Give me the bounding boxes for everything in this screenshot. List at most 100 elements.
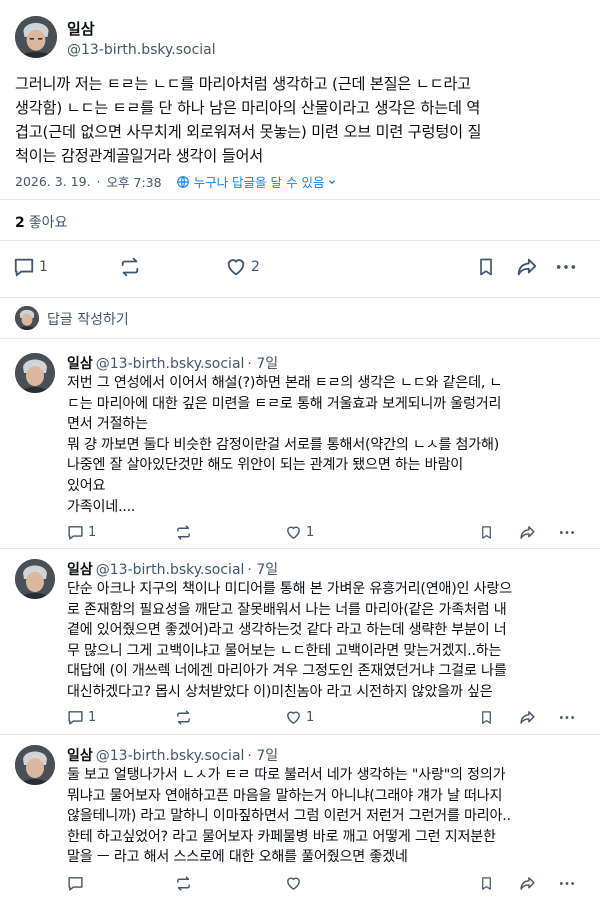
reply-icon bbox=[68, 877, 83, 891]
reply-post[interactable]: 일삼 @13-birth.bsky.social · 7일 저번 그 연성에서 이어… bbox=[0, 342, 600, 546]
meta-separator: · bbox=[96, 174, 101, 189]
repost-icon bbox=[177, 710, 190, 725]
post-time[interactable]: 오후 7:38 bbox=[107, 172, 162, 191]
reply-text: 둘 보고 얼탱나가서 ㄴㅅ가 ㅌㄹ 따로 불러서 네가 생각하는 "사랑"의 정… bbox=[67, 765, 587, 868]
reply-header: 일삼 @13-birth.bsky.social · 7일 bbox=[67, 559, 278, 579]
more-options-button[interactable] bbox=[558, 524, 576, 541]
author-handle[interactable]: @13-birth.bsky.social bbox=[67, 42, 216, 58]
reply-text-line: 한테 하고싶었어? 라고 물어보자 카페물병 바로 깨고 어떻게 그런 지저분한 bbox=[67, 828, 496, 845]
reply-button[interactable] bbox=[67, 875, 84, 892]
reply-setting-label: 누구나 답글을 달 수 있음 bbox=[193, 175, 325, 190]
author-handle[interactable]: @13-birth.bsky.social bbox=[96, 356, 245, 372]
reply-button[interactable]: 1 bbox=[67, 524, 96, 541]
more-icon bbox=[559, 716, 575, 719]
post-meta: 2026. 3. 19. · 오후 7:38 누구나 답글을 달 수 있음 bbox=[15, 172, 341, 191]
bookmark-icon bbox=[482, 877, 491, 890]
heart-icon bbox=[227, 259, 245, 276]
heart-icon bbox=[287, 711, 300, 724]
bookmark-button[interactable] bbox=[479, 524, 494, 541]
reply-icon bbox=[68, 711, 83, 725]
more-options-button[interactable] bbox=[555, 256, 577, 278]
avatar[interactable] bbox=[15, 745, 55, 785]
bookmark-button[interactable] bbox=[476, 256, 496, 278]
share-button[interactable] bbox=[518, 524, 537, 541]
author-name[interactable]: 일삼 bbox=[67, 356, 93, 372]
author-handle[interactable]: @13-birth.bsky.social bbox=[96, 562, 245, 578]
bookmark-icon bbox=[482, 526, 491, 539]
reply-header: 일삼 @13-birth.bsky.social · 7일 bbox=[67, 353, 278, 373]
reply-setting-button[interactable]: 누구나 답글을 달 수 있음 bbox=[176, 172, 342, 191]
author-name[interactable]: 일삼 bbox=[67, 18, 95, 39]
bookmark-button[interactable] bbox=[479, 709, 494, 726]
share-icon bbox=[520, 526, 535, 539]
like-button[interactable]: 2 bbox=[225, 256, 260, 278]
chevron-down-icon bbox=[329, 179, 336, 184]
avatar[interactable] bbox=[15, 353, 55, 393]
repost-button[interactable] bbox=[175, 524, 192, 541]
more-options-button[interactable] bbox=[558, 875, 576, 892]
reply-text: 저번 그 연성에서 이어서 해설(?)하면 본래 ㅌㄹ의 생각은 ㄴㄷ와 같은데… bbox=[67, 373, 587, 517]
likes-count-line[interactable]: 2 좋아요 bbox=[15, 212, 67, 232]
post-text-line: 척이는 감정관계골일거라 생각이 들어서 bbox=[15, 147, 264, 165]
share-icon bbox=[520, 711, 535, 724]
repost-icon bbox=[177, 876, 190, 891]
like-button[interactable]: 1 bbox=[285, 524, 314, 541]
reply-text-line: 뭐냐고 물어보자 연애하고픈 마음을 말하는거 아니냐(그래야 걔가 날 떠나지 bbox=[67, 787, 503, 804]
reply-button[interactable]: 1 bbox=[67, 709, 96, 726]
post-age[interactable]: · 7일 bbox=[247, 562, 278, 578]
reply-button[interactable]: 1 bbox=[13, 256, 48, 278]
post-age[interactable]: · 7일 bbox=[247, 356, 278, 372]
reply-count: 1 bbox=[88, 710, 97, 725]
heart-icon bbox=[287, 877, 300, 890]
heart-icon bbox=[287, 526, 300, 539]
avatar[interactable] bbox=[15, 559, 55, 599]
reply-actions bbox=[0, 875, 600, 895]
repost-button[interactable] bbox=[175, 709, 192, 726]
reply-composer[interactable]: 답글 작성하기 bbox=[0, 300, 600, 338]
divider bbox=[0, 240, 600, 241]
reply-text-line: 면서 거절하는 bbox=[67, 416, 148, 433]
post-date[interactable]: 2026. 3. 19. bbox=[15, 174, 91, 189]
repost-icon bbox=[177, 525, 190, 540]
likes-label: 좋아요 bbox=[28, 215, 68, 231]
reply-text-line: 가족이네.... bbox=[67, 498, 136, 515]
divider bbox=[0, 338, 600, 339]
reply-text-line: 있어요 bbox=[67, 477, 106, 494]
reply-count: 1 bbox=[88, 525, 97, 540]
avatar bbox=[15, 306, 39, 330]
reply-text-line: 곁에 있어줬으면 좋겠어)라고 생각하는것 같다 라고 하는데 생략한 부분이 … bbox=[67, 622, 507, 639]
reply-icon bbox=[68, 526, 83, 540]
bookmark-button[interactable] bbox=[479, 875, 494, 892]
share-button[interactable] bbox=[518, 875, 537, 892]
bookmark-icon bbox=[480, 258, 492, 276]
post-actions: 1 2 bbox=[0, 254, 600, 280]
globe-icon bbox=[176, 175, 189, 188]
author-handle[interactable]: @13-birth.bsky.social bbox=[96, 748, 245, 764]
like-button[interactable]: 1 bbox=[285, 709, 314, 726]
reply-text-line: 로 존재함의 필요성을 깨닫고 잘못배워서 나는 너를 마리아(같은 가족처럼 … bbox=[67, 601, 507, 618]
reply-post[interactable]: 일삼 @13-birth.bsky.social · 7일 단순 아크나 지구의 책… bbox=[0, 548, 600, 736]
repost-button[interactable] bbox=[119, 256, 141, 278]
reply-text-line: 둘 보고 얼탱나가서 ㄴㅅ가 ㅌㄹ 따로 불러서 네가 생각하는 "사랑"의 정… bbox=[67, 767, 506, 783]
like-button[interactable] bbox=[285, 875, 302, 892]
reply-text-line: 무 많으니 그게 고백이냐고 물어보는 ㄴㄷ한테 고백이라면 맞는거겠지..하는 bbox=[67, 642, 502, 659]
more-options-button[interactable] bbox=[558, 709, 576, 726]
post-text-line: 그러니까 저는 ㅌㄹ는 ㄴㄷ를 마리아처럼 생각하고 (근데 본질은 ㄴㄷ라고 bbox=[15, 75, 471, 93]
avatar[interactable] bbox=[15, 16, 57, 58]
reply-text-line: 않을테니까) 라고 말하니 이마짚하면서 그럼 이런거 저런거 그런거를 마리아… bbox=[67, 808, 511, 825]
repost-button[interactable] bbox=[175, 875, 192, 892]
reply-text-line: 대답에 (이 개쓰렉 너에겐 마리아가 겨우 그정도인 존재였던거냐 그걸로 나… bbox=[67, 663, 507, 680]
likes-count: 2 bbox=[15, 215, 25, 231]
more-icon bbox=[556, 265, 576, 269]
reply-post[interactable]: 일삼 @13-birth.bsky.social · 7일 둘 보고 얼탱나가서 ㄴ… bbox=[0, 734, 600, 908]
post-age[interactable]: · 7일 bbox=[247, 748, 278, 764]
author-name[interactable]: 일삼 bbox=[67, 748, 93, 764]
author-name[interactable]: 일삼 bbox=[67, 562, 93, 578]
share-button[interactable] bbox=[518, 709, 537, 726]
reply-text-line: 말을 ㅡ 라고 해서 스스로에 대한 오해를 풀어줬으면 좋겠네 bbox=[67, 849, 408, 866]
share-button[interactable] bbox=[515, 256, 539, 278]
bookmark-icon bbox=[482, 711, 491, 724]
more-icon bbox=[559, 531, 575, 534]
divider bbox=[0, 297, 600, 298]
more-icon bbox=[559, 882, 575, 885]
